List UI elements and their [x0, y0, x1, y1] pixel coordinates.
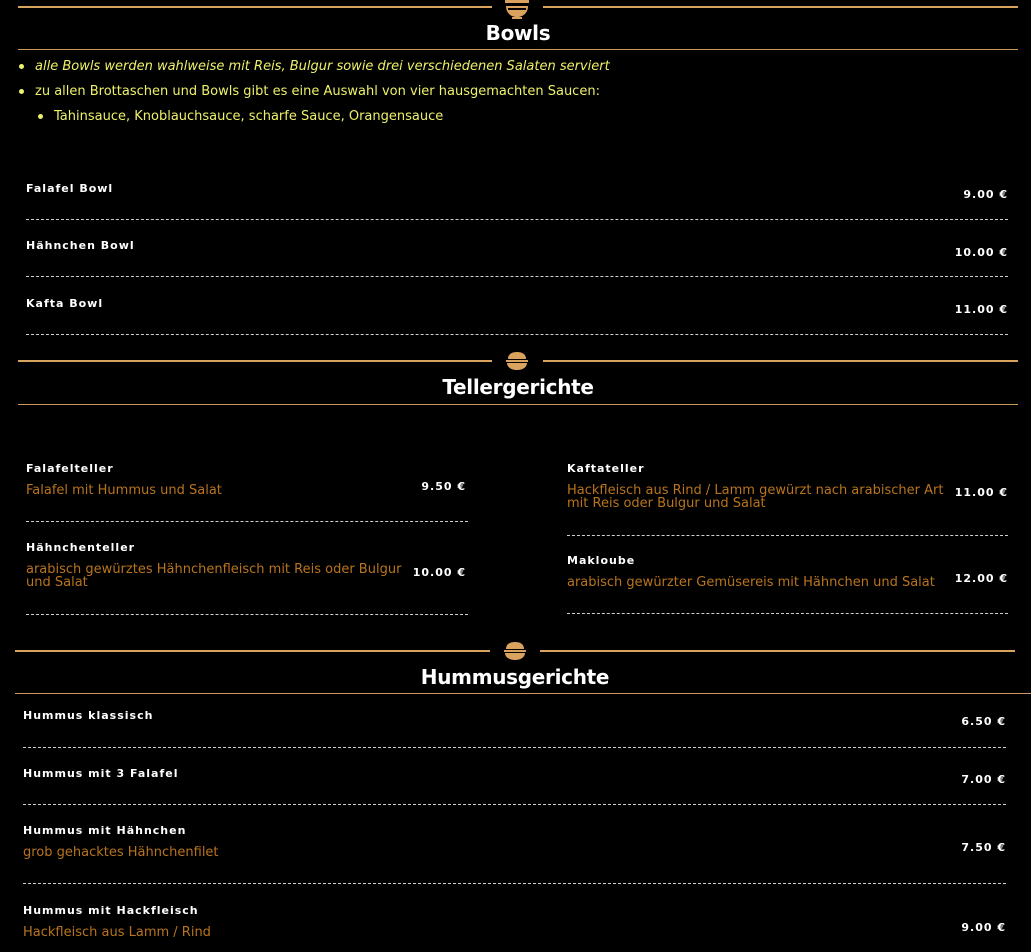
item-divider	[567, 535, 1008, 536]
item-price: 11.00 €	[954, 486, 1008, 499]
item-divider	[26, 334, 1008, 335]
item-description: arabisch gewürztes Hähnchenfleisch mit R…	[26, 562, 402, 590]
item-price: 7.50 €	[961, 841, 1006, 854]
item-description: Hackfleisch aus Lamm / Rind	[23, 925, 211, 940]
item-divider	[26, 219, 1008, 220]
item-divider	[23, 747, 1006, 748]
item-name: Hähnchenteller	[26, 541, 136, 554]
menu-item: Kafta Bowl 11.00 €	[26, 297, 1008, 337]
section-title: Bowls	[485, 21, 551, 45]
section-underline	[18, 404, 1018, 405]
menu-item: Falafel Bowl 9.00 €	[26, 182, 1008, 222]
section-underline	[18, 49, 1018, 50]
note-item: zu allen Brottaschen und Bowls gibt es e…	[18, 82, 610, 107]
section-divider-left	[18, 360, 492, 362]
item-price: 9.50 €	[421, 480, 466, 493]
section-underline	[15, 693, 1031, 694]
note-item: alle Bowls werden wahlweise mit Reis, Bu…	[18, 57, 610, 82]
menu-item: Hummus klassisch 6.50 €	[23, 709, 1006, 749]
item-divider	[23, 804, 1006, 805]
item-divider	[23, 883, 1006, 884]
item-name: Hummus mit Hackfleisch	[23, 904, 199, 917]
menu-item: Makloube arabisch gewürzter Gemüsereis m…	[567, 554, 1008, 616]
section-title: Hummusgerichte	[420, 665, 610, 689]
item-price: 6.50 €	[961, 715, 1006, 728]
bowl-icon	[505, 0, 529, 19]
menu-item: Hummus mit 3 Falafel 7.00 €	[23, 767, 1006, 807]
menu-item: Hähnchen Bowl 10.00 €	[26, 239, 1008, 279]
item-price: 9.00 €	[963, 188, 1008, 201]
item-description: arabisch gewürzter Gemüsereis mit Hähnch…	[567, 575, 935, 590]
section-divider-left	[15, 650, 490, 652]
item-name: Falafel Bowl	[26, 182, 114, 195]
item-description: Falafel mit Hummus und Salat	[26, 483, 222, 498]
item-price: 12.00 €	[954, 572, 1008, 585]
menu-item: Kaftateller Hackfleisch aus Rind / Lamm …	[567, 462, 1008, 538]
item-name: Falafelteller	[26, 462, 114, 475]
item-name: Kafta Bowl	[26, 297, 104, 310]
item-divider	[567, 613, 1008, 614]
item-divider	[26, 276, 1008, 277]
section-divider-right	[543, 6, 1018, 8]
item-price: 11.00 €	[954, 303, 1008, 316]
bowls-notes: alle Bowls werden wahlweise mit Reis, Bu…	[18, 57, 610, 132]
item-price: 7.00 €	[961, 773, 1006, 786]
item-name: Makloube	[567, 554, 636, 567]
menu-item: Falafelteller Falafel mit Hummus und Sal…	[26, 462, 468, 524]
section-divider-right	[543, 360, 1018, 362]
menu-item: Hummus mit Hackfleisch Hackfleisch aus L…	[23, 904, 1006, 952]
item-price: 10.00 €	[412, 566, 466, 579]
bowl-icon	[504, 642, 526, 660]
note-subitem: Tahinsauce, Knoblauchsauce, scharfe Sauc…	[18, 107, 610, 132]
item-price: 9.00 €	[961, 921, 1006, 934]
item-description: grob gehacktes Hähnchenfilet	[23, 845, 219, 860]
menu-item: Hummus mit Hähnchen grob gehacktes Hähnc…	[23, 824, 1006, 886]
item-name: Hummus mit Hähnchen	[23, 824, 187, 837]
item-name: Hähnchen Bowl	[26, 239, 135, 252]
section-divider-left	[18, 6, 492, 8]
item-divider	[26, 614, 468, 615]
item-description: Hackfleisch aus Rind / Lamm gewürzt nach…	[567, 483, 944, 511]
section-title: Tellergerichte	[442, 375, 594, 399]
item-name: Hummus mit 3 Falafel	[23, 767, 179, 780]
item-divider	[26, 521, 468, 522]
bowl-icon	[506, 352, 528, 370]
section-divider-right	[540, 650, 1015, 652]
item-name: Hummus klassisch	[23, 709, 154, 722]
item-name: Kaftateller	[567, 462, 645, 475]
item-price: 10.00 €	[954, 246, 1008, 259]
menu-item: Hähnchenteller arabisch gewürztes Hähnch…	[26, 541, 468, 617]
